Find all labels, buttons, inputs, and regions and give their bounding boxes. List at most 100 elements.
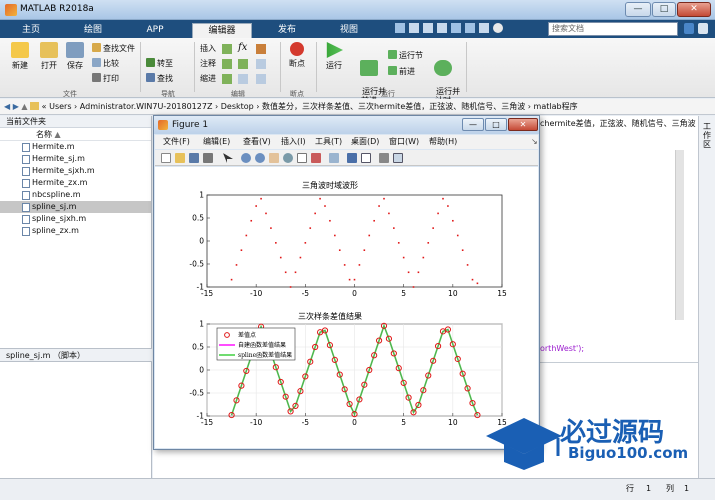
zoom-in-icon[interactable]: [241, 153, 251, 163]
breadcrumb-project[interactable]: 数值差分，三次样条差值、三次hermite差值，正弦波、随机信号、三角波: [262, 102, 525, 111]
file-item[interactable]: Hermite_sjxh.m: [0, 165, 151, 177]
find-button[interactable]: 查找: [146, 73, 173, 84]
back-icon[interactable]: ◀: [4, 102, 10, 111]
menu-edit[interactable]: 编辑(E): [203, 135, 230, 149]
save-icon[interactable]: [395, 23, 405, 33]
comment-button[interactable]: 注释: [200, 58, 216, 69]
print-figure-icon[interactable]: [203, 153, 213, 163]
comment-icon[interactable]: [222, 59, 232, 69]
tab-editor[interactable]: 编辑器: [192, 23, 252, 38]
file-item[interactable]: spline_zx.m: [0, 225, 151, 237]
new-figure-icon[interactable]: [161, 153, 171, 163]
file-list: Hermite.m Hermite_sj.m Hermite_sjxh.m Hermi…: [0, 141, 151, 237]
switch-windows-icon[interactable]: [479, 23, 489, 33]
menu-insert[interactable]: 插入(I): [281, 135, 306, 149]
insert-legend-icon[interactable]: [361, 153, 371, 163]
find-files-button[interactable]: 查找文件: [92, 43, 135, 54]
figure-maximize-button[interactable]: □: [485, 118, 507, 131]
fx-button[interactable]: fx: [238, 42, 247, 53]
indent-button[interactable]: 缩进: [200, 73, 216, 84]
compare-button[interactable]: 比较: [92, 58, 119, 69]
editor-scrollbar[interactable]: [675, 150, 684, 320]
copy-icon[interactable]: [423, 23, 433, 33]
figure-title: Figure 1: [172, 120, 209, 130]
link-plot-icon[interactable]: [329, 153, 339, 163]
cut-icon[interactable]: [409, 23, 419, 33]
filter-icon[interactable]: [698, 23, 708, 34]
search-docs-input[interactable]: 搜索文档: [548, 22, 678, 36]
tab-publish[interactable]: 发布: [264, 23, 310, 38]
edit-plot-icon[interactable]: [223, 153, 233, 163]
wrap-comment-icon[interactable]: [256, 59, 266, 69]
redo-icon[interactable]: [465, 23, 475, 33]
tab-plots[interactable]: 绘图: [70, 23, 116, 38]
hide-plot-tools-icon[interactable]: [379, 153, 389, 163]
data-cursor-icon[interactable]: [297, 153, 307, 163]
breadcrumb-matlab[interactable]: matlab程序: [534, 102, 578, 111]
file-item[interactable]: spline_sj.m: [0, 201, 151, 213]
increase-indent-icon[interactable]: [238, 74, 248, 84]
insert-function-icon[interactable]: [256, 44, 266, 54]
file-item[interactable]: Hermite.m: [0, 141, 151, 153]
decrease-indent-icon[interactable]: [256, 74, 266, 84]
menu-tools[interactable]: 工具(T): [315, 135, 342, 149]
show-plot-tools-icon[interactable]: [393, 153, 403, 163]
breadcrumb-users[interactable]: Users: [49, 102, 71, 111]
open-button[interactable]: 打开: [36, 42, 62, 71]
tab-view[interactable]: 视图: [326, 23, 372, 38]
minimize-button[interactable]: —: [625, 2, 651, 17]
forward-icon[interactable]: ▶: [13, 102, 19, 111]
undo-icon[interactable]: [451, 23, 461, 33]
help-icon[interactable]: [493, 23, 503, 33]
new-button[interactable]: 新建: [6, 42, 34, 71]
breadcrumb-user[interactable]: Administrator.WIN7U-20180127Z: [80, 102, 213, 111]
open-file-icon[interactable]: [175, 153, 185, 163]
figure-close-button[interactable]: ✕: [508, 118, 538, 131]
name-column-header[interactable]: 名称 ▲: [0, 128, 151, 141]
menu-help[interactable]: 帮助(H): [429, 135, 457, 149]
figure-window[interactable]: Figure 1 — □ ✕ 文件(F) 编辑(E) 查看(V) 插入(I) 工…: [153, 115, 540, 450]
breadcrumb-desktop[interactable]: Desktop: [221, 102, 254, 111]
file-item[interactable]: nbcspline.m: [0, 189, 151, 201]
uncomment-icon[interactable]: [238, 59, 248, 69]
save-button[interactable]: 保存: [62, 42, 88, 71]
brush-icon[interactable]: [311, 153, 321, 163]
menu-view[interactable]: 查看(V): [243, 135, 271, 149]
editor-tab-title[interactable]: chermite差值，正弦波、随机信号、三角波: [540, 118, 696, 129]
menu-desktop[interactable]: 桌面(D): [351, 135, 379, 149]
advance-button[interactable]: 前进: [388, 66, 415, 77]
browse-folder-icon[interactable]: [30, 102, 40, 110]
up-folder-icon[interactable]: ▲: [21, 102, 27, 111]
insert-section-icon[interactable]: [222, 44, 232, 54]
run-section-button[interactable]: 运行节: [388, 50, 423, 61]
code-line[interactable]: orthWest');: [540, 344, 584, 353]
tab-apps[interactable]: APP: [132, 23, 178, 38]
run-button[interactable]: 运行: [320, 42, 348, 71]
scatter-point: [289, 286, 292, 288]
breakpoints-button[interactable]: 断点: [284, 42, 310, 69]
menu-window[interactable]: 窗口(W): [389, 135, 419, 149]
tab-home[interactable]: 主页: [8, 23, 54, 38]
dock-arrow-icon[interactable]: ↘: [531, 135, 538, 149]
paste-icon[interactable]: [437, 23, 447, 33]
print-button[interactable]: 打印: [92, 73, 119, 84]
address-bar[interactable]: ◀ ▶ ▲ « Users › Administrator.WIN7U-2018…: [0, 99, 715, 115]
maximize-button[interactable]: □: [652, 2, 676, 17]
file-item[interactable]: Hermite_sj.m: [0, 153, 151, 165]
insert-button[interactable]: 插入: [200, 43, 216, 54]
save-figure-icon[interactable]: [189, 153, 199, 163]
figure-title-bar[interactable]: Figure 1 — □ ✕: [154, 116, 539, 134]
figure-minimize-button[interactable]: —: [462, 118, 484, 131]
close-button[interactable]: ✕: [677, 2, 711, 17]
legend[interactable]: 差值点自建函数差值结果 spline函数差值结果: [216, 327, 296, 361]
zoom-out-icon[interactable]: [255, 153, 265, 163]
rotate-icon[interactable]: [283, 153, 293, 163]
goto-button[interactable]: 转至: [146, 58, 173, 69]
search-icon[interactable]: [684, 23, 694, 34]
file-item[interactable]: Hermite_zx.m: [0, 177, 151, 189]
pan-icon[interactable]: [269, 153, 279, 163]
menu-file[interactable]: 文件(F): [163, 135, 190, 149]
insert-colorbar-icon[interactable]: [347, 153, 357, 163]
smart-indent-icon[interactable]: [222, 74, 232, 84]
file-item[interactable]: spline_sjxh.m: [0, 213, 151, 225]
